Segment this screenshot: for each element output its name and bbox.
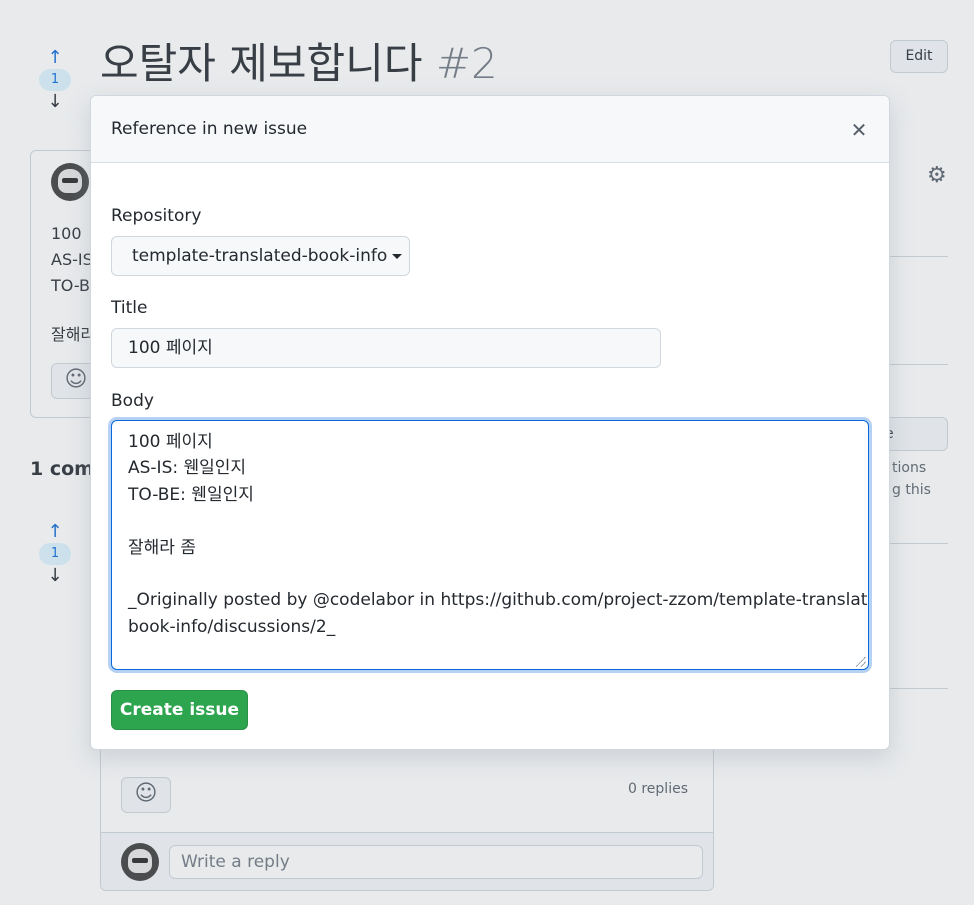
repository-value: template-translated-book-info <box>132 246 388 266</box>
title-label: Title <box>111 298 148 318</box>
body-line: AS-IS: 웬일인지 <box>128 458 247 479</box>
body-line: book-info/discussions/2_ <box>128 616 336 637</box>
body-line: TO-BE: 웬일인지 <box>128 484 254 505</box>
body-line <box>128 561 852 587</box>
body-line: 잘해라 좀 <box>128 537 196 558</box>
dialog-title: Reference in new issue <box>111 119 308 139</box>
body-line: 100 페이지 <box>128 432 213 452</box>
body-line <box>128 508 852 534</box>
title-input[interactable]: 100 페이지 <box>111 328 661 368</box>
caret-down-icon <box>392 253 403 259</box>
repository-label: Repository <box>111 206 202 226</box>
dialog-header: Reference in new issue ✕ <box>91 96 889 163</box>
reference-issue-dialog: Reference in new issue ✕ Repository temp… <box>90 95 890 750</box>
create-issue-button[interactable]: Create issue <box>111 690 248 730</box>
body-label: Body <box>111 391 154 411</box>
repository-select[interactable]: template-translated-book-info <box>111 236 410 276</box>
body-textarea[interactable]: 100 페이지 AS-IS: 웬일인지 TO-BE: 웬일인지 잘해라 좀 _O… <box>111 420 869 670</box>
close-icon[interactable]: ✕ <box>845 116 873 144</box>
body-line: _Originally posted by @codelabor in http… <box>128 590 869 611</box>
resize-handle[interactable] <box>856 657 866 667</box>
